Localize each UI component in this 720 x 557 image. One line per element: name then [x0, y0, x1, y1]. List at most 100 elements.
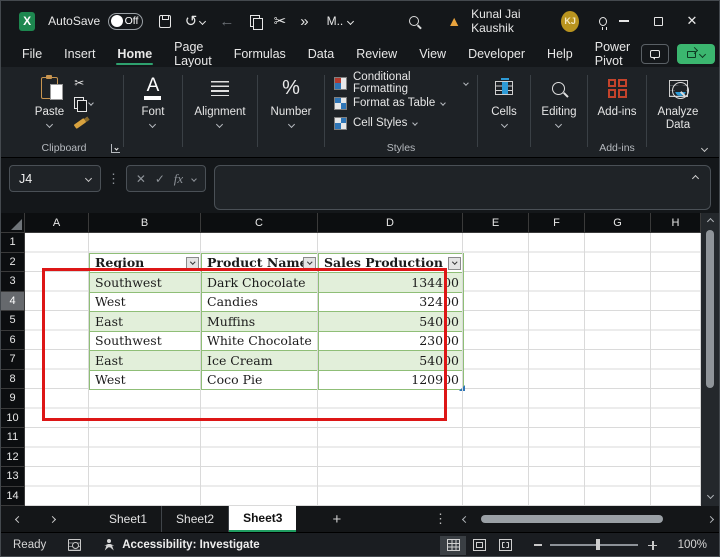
paste-button[interactable]: Paste: [35, 73, 64, 127]
column-header-C[interactable]: C: [201, 213, 318, 233]
conditional-formatting-button[interactable]: Conditional Formatting: [334, 75, 468, 91]
cut-button[interactable]: ✂: [74, 75, 93, 91]
menu-tab-home[interactable]: Home: [106, 41, 163, 67]
accessibility-status[interactable]: Accessibility: Investigate: [122, 539, 259, 551]
zoom-level[interactable]: 100%: [667, 539, 707, 551]
scroll-left-icon[interactable]: [462, 515, 469, 522]
row-header-1[interactable]: 1: [1, 233, 25, 253]
add-sheet-button[interactable]: +: [324, 506, 349, 532]
page-break-view-button[interactable]: [492, 536, 518, 555]
row-header-10[interactable]: 10: [1, 409, 25, 429]
row-header-4[interactable]: 4: [1, 292, 25, 312]
sheet-tab-sheet1[interactable]: Sheet1: [95, 506, 162, 532]
vertical-scrollbar[interactable]: [701, 213, 719, 506]
cell-styles-button[interactable]: Cell Styles: [334, 115, 468, 131]
column-header-A[interactable]: A: [25, 213, 89, 233]
normal-view-button[interactable]: [440, 536, 466, 555]
page-layout-view-button[interactable]: [466, 536, 492, 555]
row-header-14[interactable]: 14: [1, 487, 25, 507]
quick-access-overflow[interactable]: »: [300, 13, 308, 30]
lightbulb-icon[interactable]: [599, 17, 607, 26]
zoom-out-button[interactable]: [534, 544, 542, 546]
clipboard-dialog-launcher[interactable]: [111, 144, 120, 153]
menu-tab-insert[interactable]: Insert: [53, 41, 106, 67]
close-button[interactable]: ✕: [675, 7, 709, 35]
minimize-button[interactable]: [607, 7, 641, 35]
column-header-B[interactable]: B: [89, 213, 201, 233]
alignment-button[interactable]: Alignment: [194, 73, 245, 127]
more-sheets-icon[interactable]: ⋮: [424, 506, 457, 532]
column-header-G[interactable]: G: [585, 213, 651, 233]
analyze-data-button[interactable]: Analyze Data: [656, 73, 700, 132]
save-icon[interactable]: [159, 15, 170, 28]
column-header-H[interactable]: H: [651, 213, 701, 233]
menu-tab-data[interactable]: Data: [297, 41, 345, 67]
menu-tab-file[interactable]: File: [11, 41, 53, 67]
sheet-tab-sheet2[interactable]: Sheet2: [162, 506, 229, 532]
cells-button[interactable]: Cells: [491, 73, 517, 127]
autosave-toggle[interactable]: Off: [108, 13, 143, 30]
format-as-table-button[interactable]: Format as Table: [334, 95, 468, 111]
excel-logo-icon[interactable]: X: [19, 12, 35, 31]
share-button[interactable]: [677, 44, 715, 64]
menu-tab-power-pivot[interactable]: Power Pivot: [584, 41, 641, 67]
menu-tab-review[interactable]: Review: [345, 41, 408, 67]
menu-tab-developer[interactable]: Developer: [457, 41, 536, 67]
row-header-13[interactable]: 13: [1, 467, 25, 487]
vertical-scroll-thumb[interactable]: [706, 230, 714, 388]
row-header-8[interactable]: 8: [1, 370, 25, 390]
scroll-up-icon[interactable]: [706, 218, 713, 225]
cancel-entry-button[interactable]: ✕: [136, 172, 146, 186]
horizontal-scrollbar[interactable]: [457, 506, 719, 532]
filter-dropdown-icon[interactable]: [448, 257, 461, 270]
search-icon[interactable]: [409, 16, 419, 26]
row-header-9[interactable]: 9: [1, 389, 25, 409]
addins-button[interactable]: Add-ins: [598, 73, 637, 118]
row-header-2[interactable]: 2: [1, 253, 25, 273]
editing-button[interactable]: Editing: [541, 73, 576, 127]
horizontal-scroll-thumb[interactable]: [481, 515, 663, 523]
worksheet-grid[interactable]: ABCDEFGH 1234567891011121314 RegionProdu…: [1, 213, 701, 506]
macro-record-icon[interactable]: [68, 539, 81, 551]
menu-tab-page-layout[interactable]: Page Layout: [163, 41, 223, 67]
confirm-entry-button[interactable]: ✓: [155, 172, 165, 186]
menu-tab-view[interactable]: View: [408, 41, 457, 67]
user-name[interactable]: Kunal Jai Kaushik: [471, 7, 552, 35]
scroll-right-icon[interactable]: [707, 515, 714, 522]
zoom-slider-thumb[interactable]: [596, 539, 600, 550]
copy-icon[interactable]: [250, 15, 259, 28]
menu-tab-formulas[interactable]: Formulas: [223, 41, 297, 67]
warning-icon[interactable]: ▲: [447, 13, 461, 29]
row-header-3[interactable]: 3: [1, 272, 25, 292]
scroll-down-icon[interactable]: [706, 492, 713, 499]
zoom-in-button[interactable]: [648, 541, 657, 550]
column-header-D[interactable]: D: [318, 213, 463, 233]
row-header-11[interactable]: 11: [1, 428, 25, 448]
column-header-E[interactable]: E: [463, 213, 529, 233]
document-menu[interactable]: M..: [327, 14, 354, 28]
column-header-F[interactable]: F: [529, 213, 585, 233]
drag-handle-icon[interactable]: ⋮: [107, 171, 120, 187]
avatar[interactable]: KJ: [561, 11, 579, 32]
row-header-7[interactable]: 7: [1, 350, 25, 370]
cut-icon[interactable]: ✂: [274, 12, 287, 30]
insert-function-button[interactable]: fx: [174, 171, 183, 187]
row-header-5[interactable]: 5: [1, 311, 25, 331]
sheet-nav-right-button[interactable]: [35, 506, 69, 532]
maximize-button[interactable]: [641, 7, 675, 35]
sheet-nav-left-button[interactable]: [1, 506, 35, 532]
zoom-slider[interactable]: [550, 544, 638, 546]
number-button[interactable]: % Number: [271, 73, 312, 127]
copy-button[interactable]: [74, 95, 93, 111]
menu-tab-help[interactable]: Help: [536, 41, 584, 67]
select-all-button[interactable]: [1, 213, 25, 233]
grid-cells[interactable]: RegionProduct NameSales ProductionSouthw…: [25, 233, 701, 506]
comments-button[interactable]: [641, 44, 669, 64]
row-header-6[interactable]: 6: [1, 331, 25, 351]
sheet-tab-sheet3[interactable]: Sheet3: [229, 506, 296, 532]
format-painter-button[interactable]: [74, 115, 93, 131]
font-button[interactable]: A Font: [141, 73, 164, 127]
undo-button[interactable]: ↺: [185, 12, 206, 30]
formula-bar-collapse-icon[interactable]: [692, 175, 699, 182]
horizontal-scroll-track[interactable]: [473, 515, 703, 523]
